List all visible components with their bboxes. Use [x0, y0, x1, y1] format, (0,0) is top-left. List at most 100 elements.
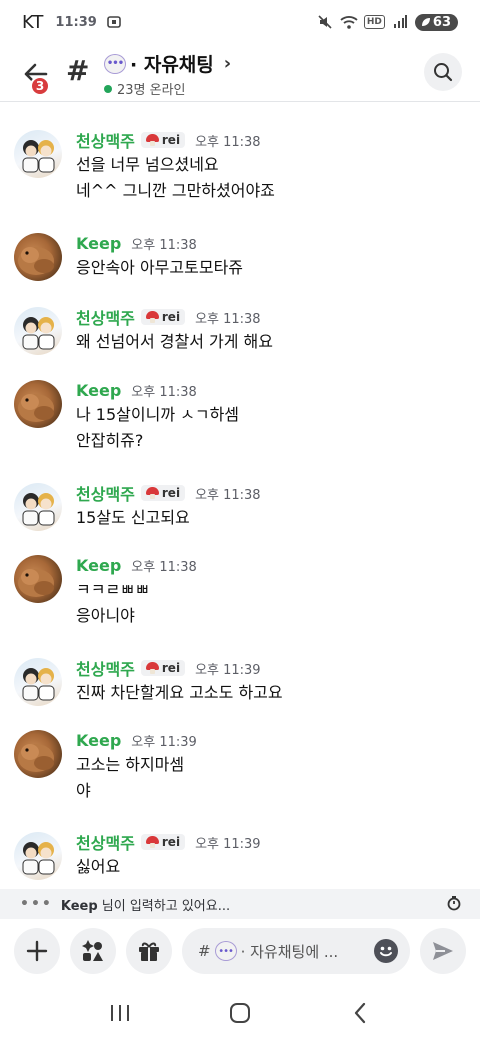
role-tag[interactable]: rei [140, 660, 186, 676]
channel-name: · 자유채팅 [130, 54, 214, 76]
message-meta: Keep 오후 11:38 [76, 231, 470, 255]
search-button[interactable] [424, 53, 462, 91]
message-text[interactable]: 응아니야 [76, 603, 470, 629]
message-timestamp: 오후 11:38 [195, 134, 261, 150]
message-text[interactable]: 고소는 하지마셈 [76, 752, 470, 778]
avatar-image [22, 140, 55, 173]
input-hash: # [198, 942, 211, 960]
author-name[interactable]: Keep [76, 556, 121, 575]
message-timestamp: 오후 11:38 [195, 311, 261, 327]
message-body: Keep 오후 11:38 응안속아 아무고토모타쥬 [76, 231, 470, 281]
message-timestamp: 오후 11:38 [131, 384, 197, 400]
signal-icon [391, 13, 409, 31]
role-tag[interactable]: rei [140, 834, 186, 850]
system-nav-bar [0, 985, 480, 1040]
avatar[interactable] [14, 832, 62, 880]
avatar[interactable] [14, 380, 62, 428]
typing-user: Keep [60, 898, 98, 914]
message-timestamp: 오후 11:38 [131, 237, 197, 253]
message-text[interactable]: 나 15살이니까 ㅅㄱ하셈 [76, 402, 470, 428]
avatar[interactable] [14, 233, 62, 281]
message-meta: 천상맥주 rei 오후 11:38 [76, 128, 470, 152]
message-timestamp: 오후 11:39 [195, 836, 261, 852]
author-name[interactable]: 천상맥주 [76, 830, 135, 854]
message-meta: 천상맥주 rei 오후 11:39 [76, 830, 470, 854]
apps-button[interactable] [70, 928, 116, 974]
home-button[interactable] [220, 993, 260, 1033]
message-timestamp: 오후 11:39 [131, 734, 197, 750]
message-input[interactable]: # ••• · 자유채팅에 ... [182, 928, 410, 974]
add-attachment-button[interactable] [14, 928, 60, 974]
message-timestamp: 오후 11:39 [195, 662, 261, 678]
avatar-image [22, 317, 55, 350]
author-name[interactable]: 천상맥주 [76, 481, 135, 505]
message-meta: 천상맥주 rei 오후 11:38 [76, 305, 470, 329]
gift-button[interactable] [126, 928, 172, 974]
author-name[interactable]: Keep [76, 731, 121, 750]
message-timestamp: 오후 11:38 [131, 559, 197, 575]
message-body: Keep 오후 11:39 고소는 하지마셈 야 [76, 728, 470, 804]
role-label: rei [161, 486, 181, 500]
smile-icon [380, 946, 392, 957]
message-text[interactable]: 안잡히쥬? [76, 428, 470, 454]
message-text[interactable]: 선을 너무 넘으셨네요 [76, 152, 470, 178]
mushroom-icon [145, 662, 159, 674]
avatar-image [18, 569, 54, 597]
avatar[interactable] [14, 307, 62, 355]
author-name[interactable]: 천상맥주 [76, 305, 135, 329]
avatar-image [18, 247, 54, 275]
battery-level: 63 [432, 14, 451, 30]
author-name[interactable]: 천상맥주 [76, 128, 135, 152]
back-nav-button[interactable] [340, 993, 380, 1033]
emoji-button[interactable] [374, 939, 398, 963]
message-body: 천상맥주 rei 오후 11:38 선을 너무 넘으셨네요 네^^ 그니깐 그만하셨어야… [76, 128, 470, 204]
message-meta: 천상맥주 rei 오후 11:39 [76, 656, 470, 680]
role-tag[interactable]: rei [140, 485, 186, 501]
send-button[interactable] [420, 928, 466, 974]
typing-dots-icon: ••• [20, 896, 53, 912]
message-text[interactable]: 응안속아 아무고토모타쥬 [76, 255, 470, 281]
mushroom-icon [145, 134, 159, 146]
mushroom-icon [145, 836, 159, 848]
avatar-image [18, 744, 54, 772]
channel-header: 3 # ••• · 자유채팅 › 23명 온라인 [0, 44, 480, 102]
clock: 11:39 [55, 14, 97, 30]
author-name[interactable]: Keep [76, 381, 121, 400]
avatar[interactable] [14, 483, 62, 531]
avatar[interactable] [14, 130, 62, 178]
message-meta: Keep 오후 11:39 [76, 728, 470, 752]
author-name[interactable]: 천상맥주 [76, 656, 135, 680]
message-text[interactable]: ㅋㅋㄹㅃㅃ [76, 577, 470, 603]
message-text[interactable]: 15살도 신고되요 [76, 505, 470, 531]
battery-indicator: 63 [414, 13, 458, 31]
online-dot-icon [104, 84, 112, 93]
avatar[interactable] [14, 555, 62, 603]
message-list[interactable]: 천상맥주 rei 오후 11:38 선을 너무 넘으셨네요 네^^ 그니깐 그만하셨어야… [0, 103, 480, 889]
hd-icon: HD [363, 15, 385, 29]
message-text[interactable]: 야 [76, 778, 470, 804]
message-text[interactable]: 싫어요 [76, 854, 470, 880]
gift-icon [139, 942, 159, 961]
avatar[interactable] [14, 658, 62, 706]
message-meta: 천상맥주 rei 오후 11:38 [76, 481, 470, 505]
role-label: rei [161, 835, 181, 849]
message-body: 천상맥주 rei 오후 11:38 왜 선넘어서 경찰서 가게 해요 [76, 305, 470, 355]
avatar[interactable] [14, 730, 62, 778]
message-composer: # ••• · 자유채팅에 ... [0, 919, 480, 985]
role-tag[interactable]: rei [140, 309, 186, 325]
message-body: 천상맥주 rei 오후 11:38 15살도 신고되요 [76, 481, 470, 531]
channel-info[interactable]: ••• · 자유채팅 › 23명 온라인 [104, 50, 231, 98]
role-label: rei [161, 133, 181, 147]
message-body: 천상맥주 rei 오후 11:39 싫어요 [76, 830, 470, 880]
message-text[interactable]: 진짜 차단할게요 고소도 하고요 [76, 680, 470, 706]
status-bar: KT 11:39 HD 63 [0, 0, 480, 44]
message-timestamp: 오후 11:38 [195, 487, 261, 503]
author-name[interactable]: Keep [76, 234, 121, 253]
recent-apps-button[interactable] [100, 993, 140, 1033]
message-text[interactable]: 네^^ 그니깐 그만하셨어야죠 [76, 178, 470, 204]
avatar-image [18, 394, 54, 422]
mushroom-icon [145, 311, 159, 323]
role-tag[interactable]: rei [140, 132, 186, 148]
message-text[interactable]: 왜 선넘어서 경찰서 가게 해요 [76, 329, 470, 355]
screenshot-icon [105, 13, 123, 31]
